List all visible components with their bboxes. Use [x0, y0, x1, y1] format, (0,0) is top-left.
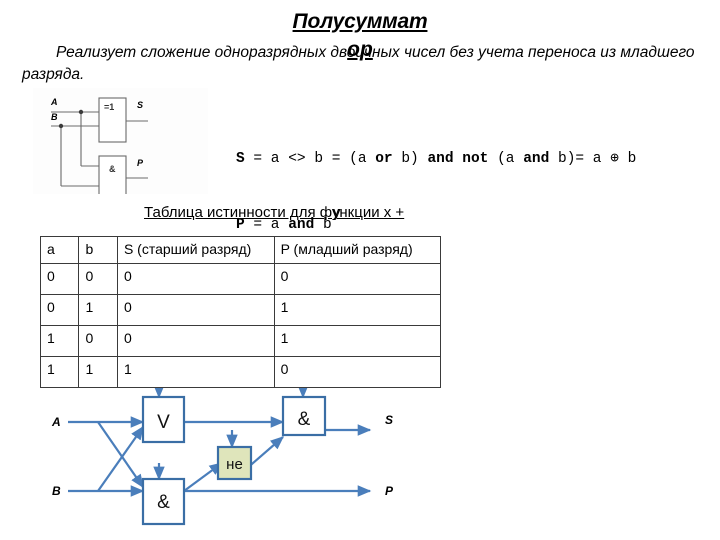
table-cell: 1 [116, 356, 275, 388]
top-circuit-xor-label: =1 [104, 102, 114, 112]
top-circuit-label-a: A [50, 97, 58, 107]
table-header-b: b [78, 236, 118, 264]
table-cell: 1 [273, 325, 442, 357]
table-body: 0000010110011110 [39, 263, 442, 388]
table-cell: 0 [116, 294, 275, 326]
table-cell: 0 [78, 325, 118, 357]
table-header-row: a b S (старший разряд) P (младший разряд… [39, 236, 442, 264]
table-row: 0101 [39, 294, 442, 326]
slide-canvas: Полусуммат ор Реализует сложение однораз… [0, 0, 720, 540]
or-gate-label: V [157, 412, 170, 433]
table-row: 1001 [39, 325, 442, 357]
not-gate-label: не [226, 456, 243, 473]
table-cell: 1 [78, 356, 118, 388]
top-circuit-and-label: & [109, 164, 116, 174]
page-title-line1: Полусуммат [292, 10, 428, 33]
table-cell: 1 [78, 294, 118, 326]
table-cell: 0 [78, 263, 118, 295]
table-caption-second-line: y [333, 204, 341, 221]
table-cell: 0 [39, 294, 80, 326]
table-cell: 0 [273, 263, 442, 295]
and-gate2-label: & [298, 409, 311, 430]
top-circuit-label-b: B [51, 112, 58, 122]
formula-line-s: S = a <> b = (a or b) and not (a and b)=… [236, 151, 637, 167]
table-cell: 0 [116, 325, 275, 357]
halfadder-logic-diagram: V & не & A B S P [0, 375, 720, 540]
table-row: 0000 [39, 263, 442, 295]
halfadder-block-diagram: A B =1 & S P [33, 88, 208, 194]
table-cell: 1 [273, 294, 442, 326]
bottom-circuit-label-p: P [385, 484, 394, 498]
truth-table: a b S (старший разряд) P (младший разряд… [39, 236, 442, 388]
table-cell: 1 [39, 325, 80, 357]
table-header-a: a [39, 236, 80, 264]
page-title-line2: ор [347, 38, 373, 61]
table-header-p: P (младший разряд) [273, 236, 442, 264]
bottom-circuit-label-s: S [385, 413, 393, 427]
bottom-circuit-label-a: A [51, 415, 61, 429]
and-gate1-label: & [157, 492, 170, 513]
table-cell: 0 [273, 356, 442, 388]
table-cell: 0 [39, 263, 80, 295]
top-circuit-label-s: S [137, 100, 143, 110]
table-cell: 1 [39, 356, 80, 388]
table-caption: Таблица истинности для функции x + [144, 204, 405, 221]
table-header-s: S (старший разряд) [116, 236, 275, 264]
table-cell: 0 [116, 263, 275, 295]
table-row: 1110 [39, 356, 442, 388]
bottom-circuit-label-b: B [52, 484, 61, 498]
top-circuit-label-p: P [137, 158, 144, 168]
